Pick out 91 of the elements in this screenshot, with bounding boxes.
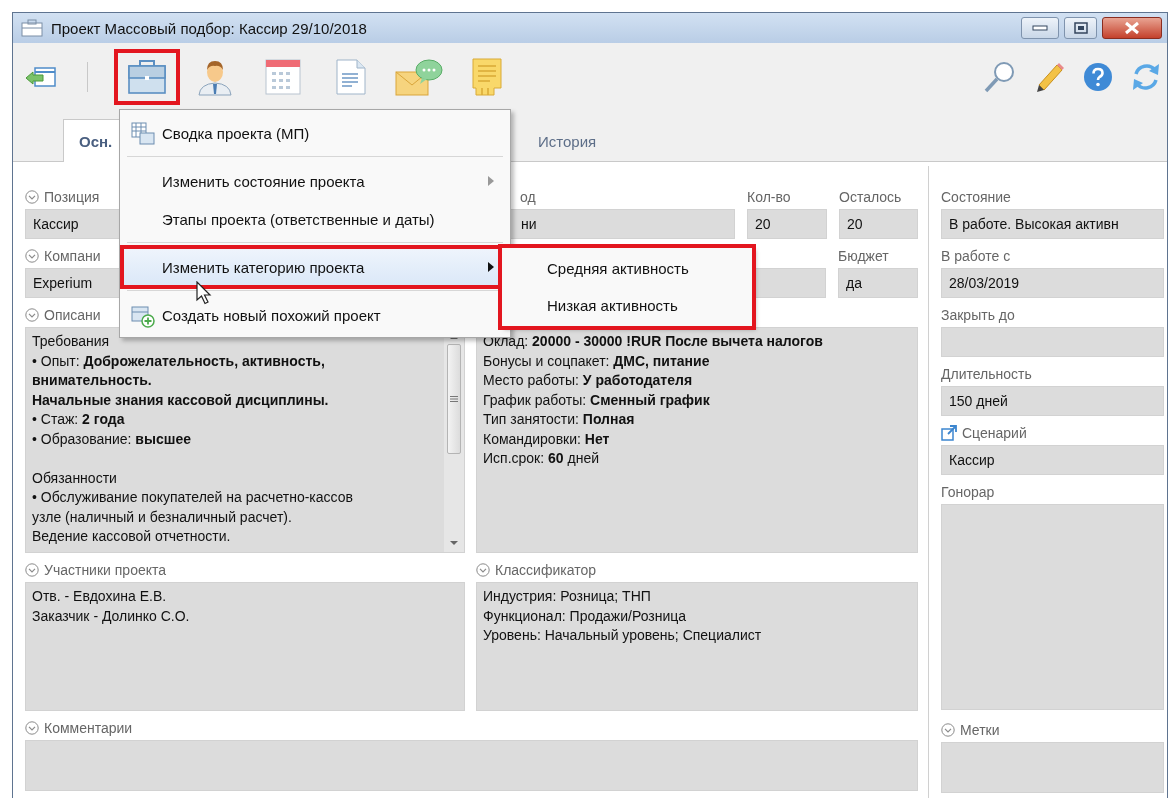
menu-item[interactable]: Изменить состояние проекта bbox=[123, 162, 507, 200]
text-line: Функционал: Продажи/Розница bbox=[483, 606, 688, 626]
collapse-icon[interactable] bbox=[25, 249, 39, 263]
text-line: • Образование: высшее bbox=[32, 429, 192, 449]
field-label: Комментарии bbox=[44, 720, 133, 736]
field-label: Сценарий bbox=[962, 425, 1027, 441]
collapse-icon[interactable] bbox=[25, 563, 39, 577]
scroll-down-icon[interactable] bbox=[449, 540, 459, 546]
text-line: Отв. - Евдохина Е.В. bbox=[32, 587, 168, 606]
tab[interactable]: История bbox=[523, 121, 617, 161]
field-label: Кол-во bbox=[747, 189, 791, 205]
field-label: В работе с bbox=[941, 248, 1011, 264]
grip-icon bbox=[450, 395, 458, 403]
field-label: од bbox=[520, 189, 536, 205]
field-label: Метки bbox=[960, 722, 1000, 738]
text-line: Командировки: Нет bbox=[483, 429, 611, 449]
minimize-icon bbox=[1032, 24, 1048, 32]
text-line: Заказчик - Долинко С.О. bbox=[32, 606, 191, 626]
document-icon bbox=[336, 59, 366, 95]
collapse-icon[interactable] bbox=[941, 723, 955, 737]
field-label: Длительность bbox=[941, 366, 1032, 382]
text-line: Уровень: Начальный уровень; Специалист bbox=[483, 626, 763, 645]
menu-item[interactable]: Средняя активность bbox=[504, 250, 750, 287]
classifier-area[interactable]: Индустрия: Розница; ТНП Функционал: Продажи/Розница Уровень: Начальный уровень; Специалист bbox=[476, 582, 918, 711]
description-area[interactable] bbox=[25, 327, 465, 553]
collapse-icon[interactable] bbox=[25, 721, 39, 735]
participants-area[interactable]: Отв. - Евдохина Е.В. Заказчик - Долинко С.О. bbox=[25, 582, 465, 711]
menu-item[interactable]: Низкая активность bbox=[504, 287, 750, 324]
field-label: Бюджет bbox=[838, 248, 889, 264]
maximize-icon bbox=[1073, 22, 1088, 34]
text-line: • Обслуживание покупателей на расчетно-кассов bbox=[32, 488, 354, 507]
text-line: внимательность. bbox=[32, 371, 153, 390]
toolbar-button[interactable] bbox=[114, 49, 180, 105]
field-label: Гонорар bbox=[941, 484, 995, 500]
text-field[interactable] bbox=[941, 742, 1164, 793]
submenu-arrow-icon bbox=[488, 176, 494, 186]
text-line: Исп.срок: 60 дней bbox=[483, 449, 600, 468]
collapse-icon[interactable] bbox=[476, 563, 490, 577]
field-label: Состояние bbox=[941, 189, 1011, 205]
briefcase-icon bbox=[128, 60, 166, 94]
minimize-button[interactable] bbox=[1021, 17, 1059, 39]
text-line: Требования bbox=[32, 332, 111, 351]
text-field[interactable]: 28/03/2019 bbox=[941, 268, 1164, 298]
collapse-icon[interactable] bbox=[25, 308, 39, 322]
close-button[interactable] bbox=[1102, 17, 1162, 39]
mail-chat-icon bbox=[395, 58, 443, 96]
text-line: Тип занятости: Полная bbox=[483, 410, 636, 429]
text-field[interactable]: 20 bbox=[839, 209, 918, 239]
maximize-button[interactable] bbox=[1064, 17, 1097, 39]
refresh-icon[interactable] bbox=[1131, 62, 1161, 92]
text-line: • Стаж: 2 года bbox=[32, 410, 126, 429]
text-field[interactable]: Кассир bbox=[941, 445, 1164, 475]
help-icon[interactable] bbox=[1083, 62, 1113, 92]
field-label: Компани bbox=[44, 248, 101, 264]
field-label: Классификатор bbox=[495, 562, 596, 578]
field-label: Закрыть до bbox=[941, 307, 1015, 323]
person-icon bbox=[196, 58, 234, 96]
note-icon bbox=[472, 58, 502, 96]
text-line: Место работы: У работодателя bbox=[483, 371, 694, 390]
text-field[interactable] bbox=[941, 327, 1164, 357]
scroll-thumb[interactable] bbox=[447, 344, 461, 454]
text-line: График работы: Сменный график bbox=[483, 390, 711, 410]
field-label: Участники проекта bbox=[44, 562, 167, 578]
external-link-icon[interactable] bbox=[941, 425, 957, 441]
text-line: • Опыт: Доброжелательность, активность, bbox=[32, 351, 326, 371]
close-icon bbox=[1124, 21, 1140, 35]
text-field[interactable]: да bbox=[838, 268, 918, 298]
text-field[interactable]: 20 bbox=[747, 209, 827, 239]
field-label: Позиция bbox=[44, 189, 100, 205]
table-icon bbox=[131, 122, 155, 146]
text-line: Обязанности bbox=[32, 468, 118, 488]
text-line: Бонусы и соцпакет: ДМС, питание bbox=[483, 351, 711, 371]
text-line: узле (наличный и безналичный расчет). bbox=[32, 507, 293, 527]
back-icon bbox=[25, 64, 57, 90]
text-line: Индустрия: Розница; ТНП bbox=[483, 587, 652, 606]
collapse-icon[interactable] bbox=[25, 190, 39, 204]
calendar-icon bbox=[265, 59, 301, 95]
pencil-icon[interactable] bbox=[1035, 61, 1065, 93]
text-field[interactable]: В работе. Высокая активн bbox=[941, 209, 1164, 239]
briefcase-icon bbox=[21, 19, 43, 37]
text-line: Начальные знания кассовой дисциплины. bbox=[32, 390, 330, 410]
text-field[interactable]: 150 дней bbox=[941, 386, 1164, 416]
submenu-arrow-icon bbox=[488, 262, 494, 272]
window-title: Проект Массовый подбор: Кассир 29/10/2018 bbox=[51, 19, 367, 37]
add-icon bbox=[131, 304, 155, 328]
comments-field[interactable] bbox=[25, 740, 918, 791]
field-label: Описани bbox=[44, 307, 101, 323]
text-line: Ведение кассовой отчетности. bbox=[32, 527, 232, 546]
mouse-pointer-icon bbox=[196, 281, 212, 305]
field-label: Осталось bbox=[839, 189, 902, 205]
search-icon[interactable] bbox=[983, 60, 1017, 94]
